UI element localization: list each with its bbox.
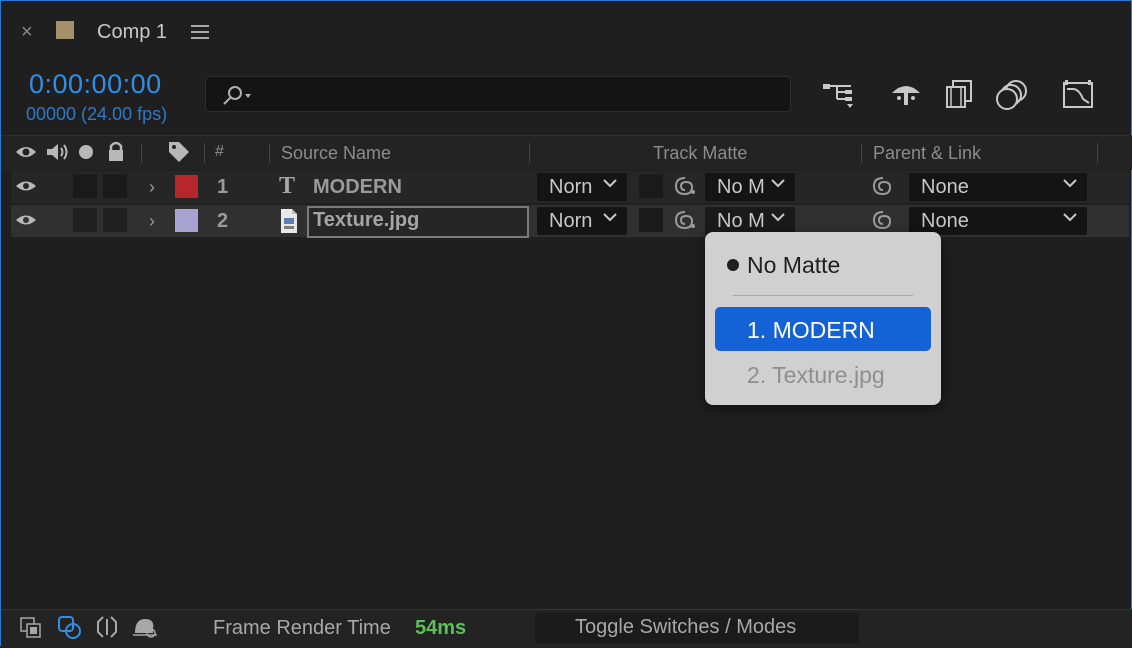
- parent-value: None: [921, 176, 969, 198]
- matte-pickwhip-icon[interactable]: [673, 175, 697, 197]
- menu-item-label: 1. MODERN: [747, 317, 875, 343]
- chevron-down-icon: [603, 179, 617, 188]
- comp-color-swatch: [56, 21, 74, 39]
- layer-switches-icon[interactable]: [19, 616, 43, 640]
- parent-value: None: [921, 210, 969, 232]
- track-matte-value: No M: [717, 176, 765, 198]
- frame-count-display: 00000 (24.00 fps): [26, 104, 168, 124]
- parent-dropdown[interactable]: None: [909, 207, 1087, 235]
- motion-blur-icon[interactable]: [995, 79, 1029, 111]
- solo-toggle-icon[interactable]: [79, 145, 93, 159]
- motion-blur-switch-icon[interactable]: [131, 615, 159, 639]
- blend-mode-dropdown[interactable]: Norn: [537, 207, 627, 235]
- menu-item-texture: 2. Texture.jpg: [747, 362, 885, 388]
- header-track-matte[interactable]: Track Matte: [653, 143, 747, 164]
- checkmark-bullet-icon: [727, 259, 739, 271]
- menu-separator: [733, 295, 913, 296]
- header-source-name[interactable]: Source Name: [281, 143, 391, 164]
- video-eye-icon[interactable]: [15, 178, 37, 194]
- matte-pickwhip-icon[interactable]: [673, 209, 697, 231]
- parent-pickwhip-icon[interactable]: [871, 175, 895, 197]
- frame-render-time-label: Frame Render Time: [213, 617, 391, 639]
- close-tab-icon[interactable]: ×: [21, 21, 33, 44]
- track-matte-dropdown[interactable]: No M: [705, 207, 795, 235]
- header-parent-link[interactable]: Parent & Link: [873, 143, 981, 164]
- menu-item-modern[interactable]: 1. MODERN: [715, 307, 931, 351]
- layer-name[interactable]: MODERN: [313, 176, 402, 199]
- blend-mode-value: Norn: [549, 176, 593, 198]
- graph-editor-icon[interactable]: [1061, 79, 1095, 111]
- flowchart-icon[interactable]: [821, 79, 855, 111]
- menu-item-no-matte[interactable]: No Matte: [747, 252, 840, 279]
- track-matte-menu: No Matte 1. MODERN 2. Texture.jpg: [705, 232, 941, 405]
- chevron-down-icon: [603, 213, 617, 222]
- frame-blending-icon[interactable]: [943, 79, 977, 111]
- video-eye-icon[interactable]: [15, 212, 37, 228]
- layer-label-swatch[interactable]: [175, 209, 198, 232]
- panel-menu-icon[interactable]: [191, 21, 209, 43]
- chevron-down-icon: [771, 213, 785, 222]
- shy-icon[interactable]: [889, 79, 923, 111]
- layer-number: 2: [217, 210, 229, 232]
- search-icon: [223, 86, 251, 105]
- label-tag-icon[interactable]: [167, 140, 191, 164]
- lock-cell[interactable]: [103, 174, 127, 198]
- timeline-panel: × Comp 1 0:00:00:00 00000 (24.00 fps) # …: [0, 0, 1132, 648]
- transfer-controls-icon[interactable]: [57, 615, 83, 641]
- track-matte-value: No M: [717, 210, 765, 232]
- image-file-icon: [281, 209, 297, 233]
- in-out-stretch-icon[interactable]: [95, 615, 119, 639]
- track-matte-dropdown[interactable]: No M: [705, 173, 795, 201]
- expand-chevron-icon[interactable]: ›: [149, 177, 155, 198]
- frame-render-time-value: 54ms: [415, 617, 467, 639]
- layer-search-field[interactable]: [205, 76, 791, 112]
- audio-toggle-icon[interactable]: [45, 142, 69, 162]
- toggle-switches-modes-button[interactable]: Toggle Switches / Modes: [535, 613, 859, 643]
- layer-label-swatch[interactable]: [175, 175, 198, 198]
- layer-name-edit-field[interactable]: Texture.jpg: [307, 206, 529, 238]
- audio-cell[interactable]: [73, 208, 97, 232]
- parent-dropdown[interactable]: None: [909, 173, 1087, 201]
- layer-number: 1: [217, 176, 229, 198]
- preserve-transparency-cell[interactable]: [639, 174, 663, 198]
- video-toggle-icon[interactable]: [15, 143, 37, 161]
- toggle-switches-modes-label: Toggle Switches / Modes: [575, 616, 797, 638]
- audio-cell[interactable]: [73, 174, 97, 198]
- comp-tab-title[interactable]: Comp 1: [97, 21, 167, 44]
- blend-mode-value: Norn: [549, 210, 593, 232]
- expand-chevron-icon[interactable]: ›: [149, 211, 155, 232]
- lock-cell[interactable]: [103, 208, 127, 232]
- header-number: #: [215, 143, 224, 160]
- current-time-display[interactable]: 0:00:00:00: [29, 69, 162, 100]
- blend-mode-dropdown[interactable]: Norn: [537, 173, 627, 201]
- lock-icon[interactable]: [107, 140, 125, 162]
- chevron-down-icon: [1063, 213, 1077, 222]
- chevron-down-icon: [771, 179, 785, 188]
- text-layer-icon: T: [279, 173, 296, 199]
- preserve-transparency-cell[interactable]: [639, 208, 663, 232]
- chevron-down-icon: [1063, 179, 1077, 188]
- parent-pickwhip-icon[interactable]: [871, 209, 895, 231]
